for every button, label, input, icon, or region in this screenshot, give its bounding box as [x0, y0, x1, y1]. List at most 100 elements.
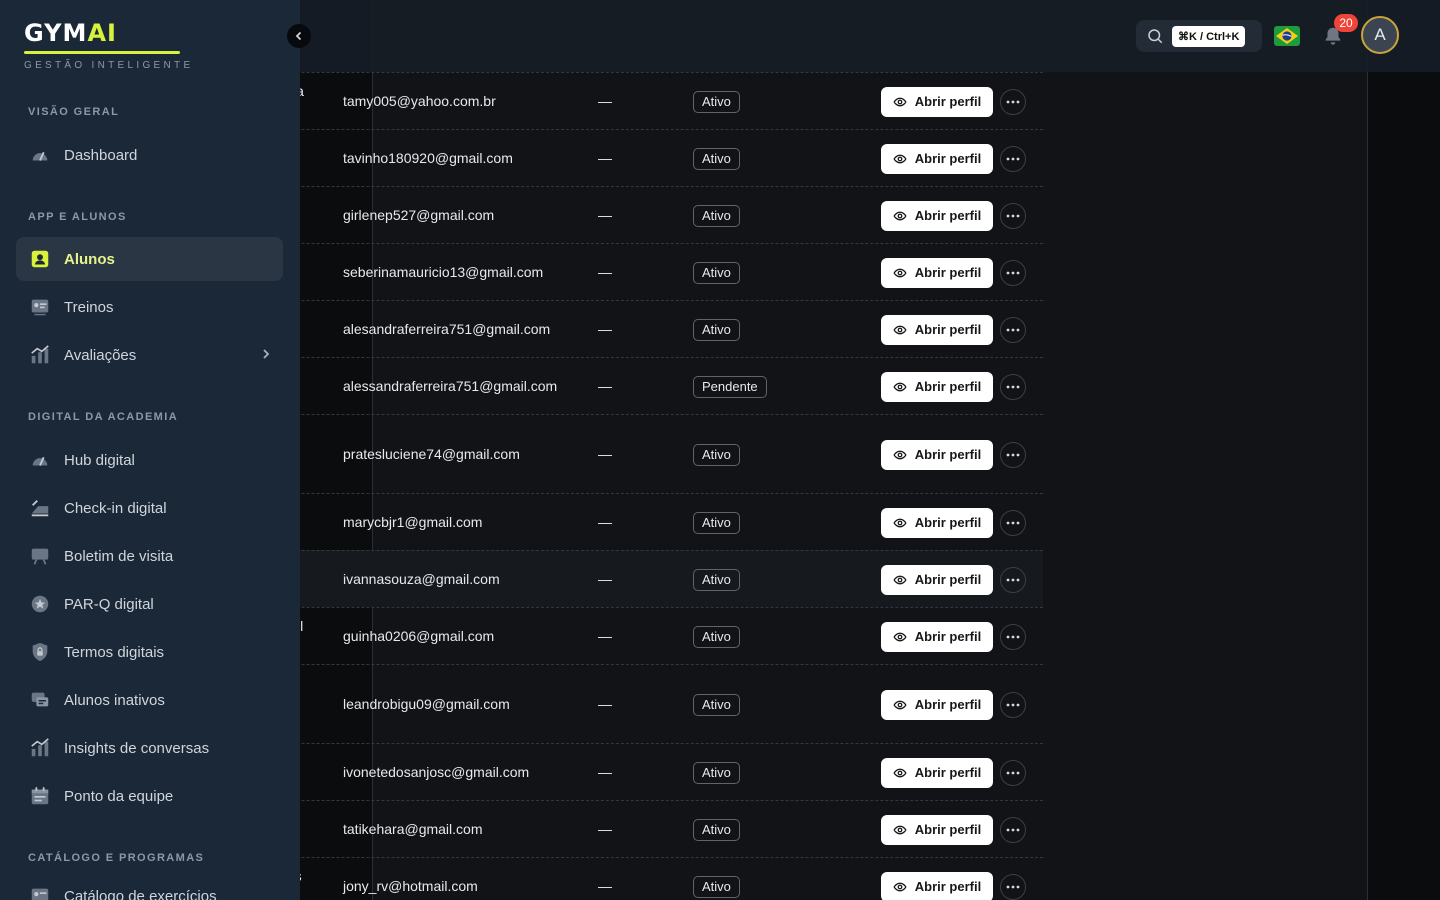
sidebar-item[interactable]: Dashboard	[16, 133, 283, 177]
app-root: Tamires Alonso Da SilvaTurno: Manhãtamy0…	[0, 0, 1440, 900]
open-profile-button[interactable]: Abrir perfil	[881, 814, 993, 845]
sidebar-item-label: Check-in digital	[64, 499, 167, 517]
open-profile-button[interactable]: Abrir perfil	[881, 621, 993, 652]
open-profile-button[interactable]: Abrir perfil	[881, 86, 993, 117]
search-shortcut-hint: ⌘K / Ctrl+K	[1172, 25, 1246, 47]
eye-icon	[893, 97, 907, 106]
open-profile-button[interactable]: Abrir perfil	[881, 507, 993, 538]
more-options-icon	[1006, 578, 1020, 581]
brand-logo[interactable]: GYMAI GESTÃO INTELIGENTE	[24, 18, 193, 71]
more-options-button[interactable]	[1000, 873, 1026, 900]
sidebar-item[interactable]: PAR-Q digital	[16, 582, 283, 626]
student-email: leandrobigu09@gmail.com	[343, 695, 510, 712]
open-profile-button[interactable]: Abrir perfil	[881, 689, 993, 720]
student-email: ivannasouza@gmail.com	[343, 570, 500, 587]
sidebar-item[interactable]: Termos digitais	[16, 630, 283, 674]
sidebar-item[interactable]: Alunos	[16, 237, 283, 281]
catalog-card-icon	[28, 884, 52, 900]
more-options-button[interactable]	[1000, 259, 1026, 286]
student-extra-value: —	[598, 92, 612, 109]
status-badge: Ativo	[693, 818, 740, 841]
open-profile-label: Abrir perfil	[914, 151, 982, 166]
more-options-icon	[1006, 521, 1020, 524]
chevron-left-icon	[295, 31, 302, 41]
more-options-button[interactable]	[1000, 88, 1026, 115]
more-options-button[interactable]	[1000, 691, 1026, 718]
open-profile-button[interactable]: Abrir perfil	[881, 314, 993, 345]
more-options-button[interactable]	[1000, 202, 1026, 229]
status-badge: Ativo	[693, 90, 740, 113]
more-options-button[interactable]	[1000, 816, 1026, 843]
student-extra-value: —	[598, 763, 612, 780]
status-badge: Ativo	[693, 443, 740, 466]
more-options-button[interactable]	[1000, 759, 1026, 786]
student-extra-value: —	[598, 513, 612, 530]
more-options-icon	[1006, 328, 1020, 331]
student-email: tamy005@yahoo.com.br	[343, 92, 496, 109]
status-badge: Ativo	[693, 511, 740, 534]
eye-icon	[893, 211, 907, 220]
open-profile-button[interactable]: Abrir perfil	[881, 564, 993, 595]
sidebar-item[interactable]: Check-in digital	[16, 486, 283, 530]
eye-icon	[893, 382, 907, 391]
student-email: jony_rv@hotmail.com	[343, 877, 478, 894]
calendar-icon	[28, 784, 52, 808]
status-badge: Ativo	[693, 147, 740, 170]
student-extra-value: —	[598, 695, 612, 712]
open-profile-button[interactable]: Abrir perfil	[881, 757, 993, 788]
more-options-button[interactable]	[1000, 509, 1026, 536]
insights-bars-icon	[28, 736, 52, 760]
eye-icon	[893, 450, 907, 459]
sidebar-item-label: Termos digitais	[64, 643, 165, 661]
eye-icon	[893, 518, 907, 527]
more-options-button[interactable]	[1000, 623, 1026, 650]
open-profile-label: Abrir perfil	[914, 94, 982, 109]
more-options-icon	[1006, 771, 1020, 774]
nav-section-title: VISÃO GERAL	[28, 106, 120, 118]
more-options-icon	[1006, 385, 1020, 388]
student-extra-value: —	[598, 445, 612, 462]
sidebar-item[interactable]: Insights de conversas	[16, 726, 283, 770]
student-icon	[28, 247, 52, 271]
sidebar-collapse-button[interactable]	[287, 24, 311, 48]
open-profile-button[interactable]: Abrir perfil	[881, 371, 993, 402]
nav-section-title: APP E ALUNOS	[28, 211, 127, 223]
open-profile-button[interactable]: Abrir perfil	[881, 143, 993, 174]
open-profile-label: Abrir perfil	[914, 765, 982, 780]
open-profile-button[interactable]: Abrir perfil	[881, 439, 993, 470]
more-options-button[interactable]	[1000, 316, 1026, 343]
eye-icon	[893, 268, 907, 277]
sidebar-item[interactable]: Boletim de visita	[16, 534, 283, 578]
open-profile-button[interactable]: Abrir perfil	[881, 871, 993, 900]
dashboard-gauge-icon	[28, 143, 52, 167]
sidebar-item[interactable]: Treinos	[16, 285, 283, 329]
student-email: girlenep527@gmail.com	[343, 206, 495, 223]
brazil-flag-icon[interactable]	[1274, 26, 1300, 46]
student-extra-value: —	[598, 149, 612, 166]
student-email: marycbjr1@gmail.com	[343, 513, 483, 530]
open-profile-button[interactable]: Abrir perfil	[881, 200, 993, 231]
sidebar-item[interactable]: Catálogo de exercícios	[16, 874, 283, 900]
open-profile-label: Abrir perfil	[914, 572, 982, 587]
sidebar-item-label: Boletim de visita	[64, 547, 174, 565]
search-button[interactable]: ⌘K / Ctrl+K	[1136, 20, 1262, 52]
more-options-icon	[1006, 157, 1020, 160]
more-options-button[interactable]	[1000, 145, 1026, 172]
eye-icon	[893, 882, 907, 891]
open-profile-button[interactable]: Abrir perfil	[881, 257, 993, 288]
eye-icon	[893, 632, 907, 641]
nav-section-title: DIGITAL DA ACADEMIA	[28, 411, 179, 423]
sidebar-item[interactable]: Alunos inativos	[16, 678, 283, 722]
more-options-button[interactable]	[1000, 373, 1026, 400]
nav-section-title: CATÁLOGO E PROGRAMAS	[28, 852, 205, 864]
chevron-right-icon	[263, 349, 270, 359]
workout-card-icon	[28, 295, 52, 319]
user-avatar[interactable]: A	[1361, 16, 1399, 54]
sidebar-item[interactable]: Avaliações	[16, 333, 283, 377]
more-options-icon	[1006, 828, 1020, 831]
more-options-button[interactable]	[1000, 441, 1026, 468]
open-profile-label: Abrir perfil	[914, 515, 982, 530]
more-options-button[interactable]	[1000, 566, 1026, 593]
sidebar-item[interactable]: Hub digital	[16, 438, 283, 482]
sidebar-item[interactable]: Ponto da equipe	[16, 774, 283, 818]
